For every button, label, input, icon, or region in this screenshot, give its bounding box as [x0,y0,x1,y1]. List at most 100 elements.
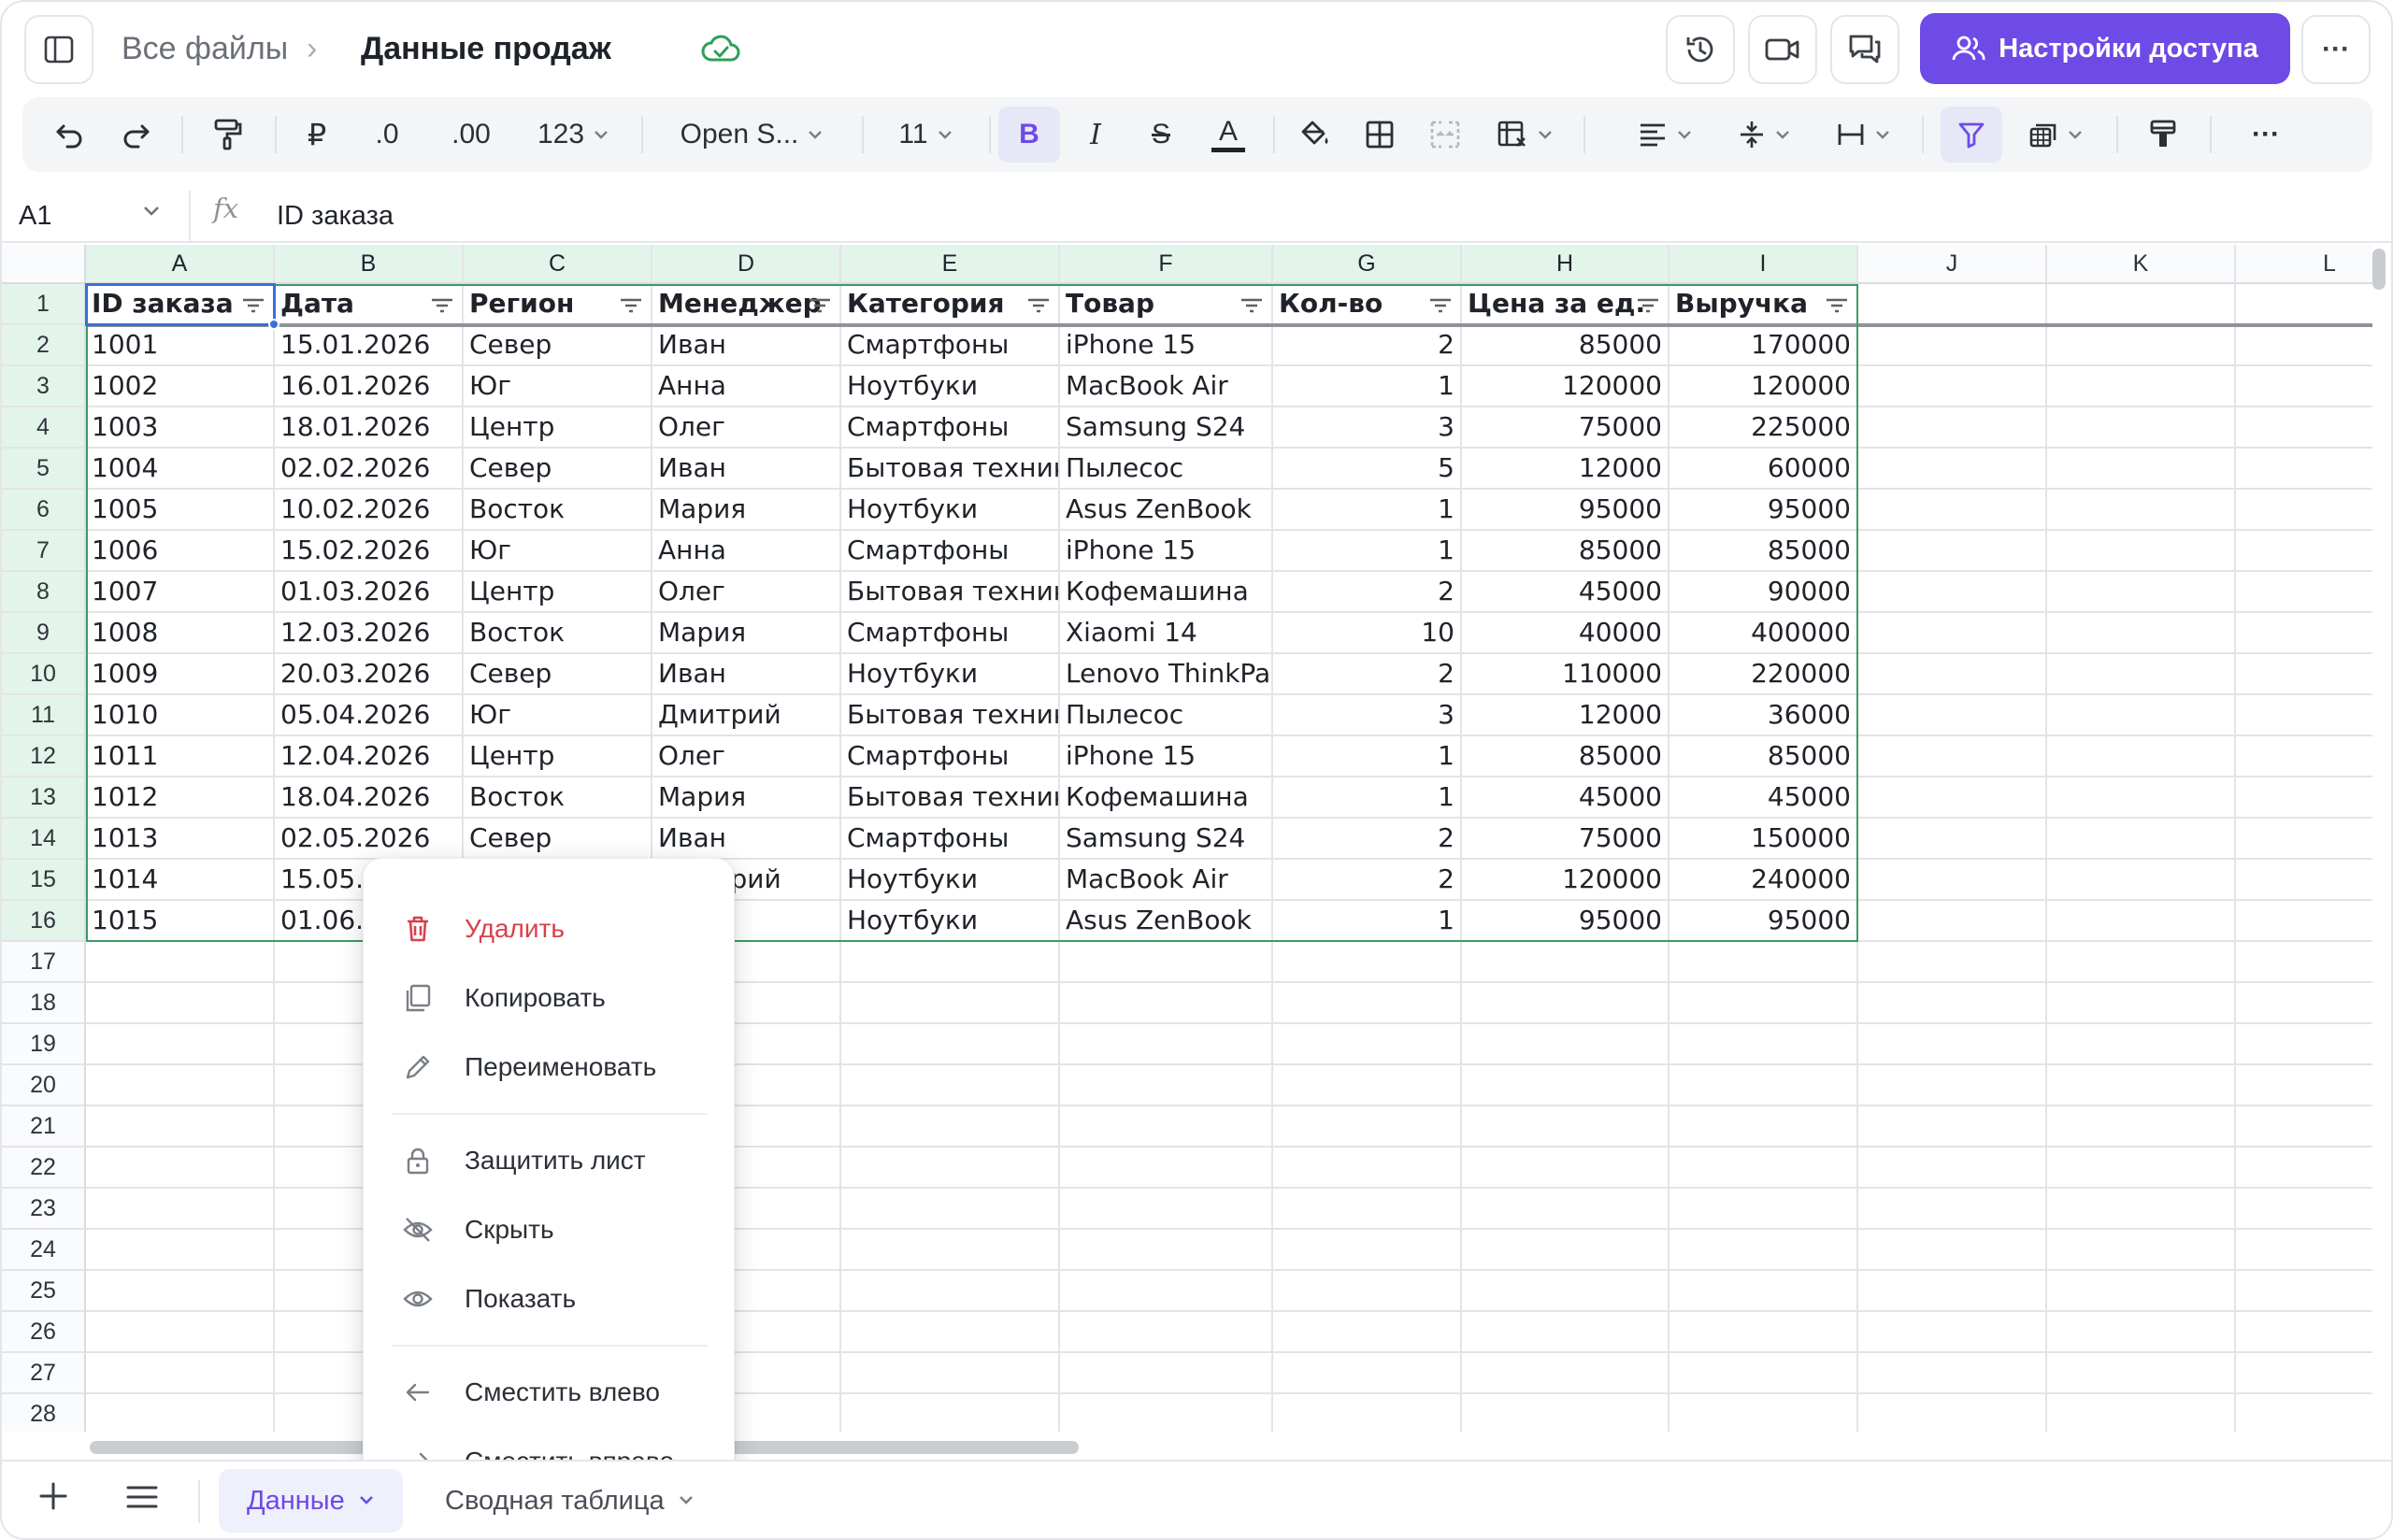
empty-cell[interactable] [2236,777,2372,819]
table-cell[interactable]: 1001 [86,325,275,366]
empty-cell[interactable] [2047,449,2236,490]
table-cell[interactable]: Анна [652,531,841,572]
table-cell[interactable]: 45000 [1669,777,1858,819]
text-color-button[interactable]: A [1202,107,1254,163]
table-cell[interactable]: Asus ZenBook [1060,490,1273,531]
empty-cell[interactable] [1858,1189,2047,1230]
table-cell[interactable]: Восток [464,777,652,819]
empty-cell[interactable] [2047,819,2236,860]
table-cell[interactable]: 120000 [1669,366,1858,407]
empty-cell[interactable] [2047,1230,2236,1271]
row-header[interactable]: 24 [2,1230,86,1271]
empty-cell[interactable] [841,1189,1060,1230]
table-cell[interactable]: 18.04.2026 [275,777,464,819]
empty-cell[interactable] [2236,819,2372,860]
column-filter-icon[interactable] [241,297,265,314]
table-cell[interactable]: 2 [1273,325,1462,366]
empty-cell[interactable] [1462,1024,1669,1065]
table-cell[interactable]: Ноутбуки [841,654,1060,695]
row-header[interactable]: 12 [2,736,86,777]
table-cell[interactable]: 120000 [1462,860,1669,901]
table-cell[interactable]: 170000 [1669,325,1858,366]
row-header[interactable]: 6 [2,490,86,531]
decrease-decimal-button[interactable]: .0 [359,107,415,163]
menu-item-rename[interactable]: Переименовать [364,1038,734,1096]
empty-cell[interactable] [2047,613,2236,654]
empty-cell[interactable] [1462,1230,1669,1271]
table-cell[interactable]: 02.05.2026 [275,819,464,860]
empty-cell[interactable] [2236,613,2372,654]
empty-cell[interactable] [86,1271,275,1312]
empty-cell[interactable] [1669,1065,1858,1106]
empty-cell[interactable] [1273,1353,1462,1394]
row-header[interactable]: 17 [2,942,86,983]
column-header[interactable]: J [1858,245,2047,284]
empty-cell[interactable] [1858,942,2047,983]
empty-cell[interactable] [2236,1230,2372,1271]
empty-cell[interactable] [2047,1394,2236,1432]
table-cell[interactable]: Смартфоны [841,407,1060,449]
column-header[interactable]: G [1273,245,1462,284]
table-cell[interactable]: Дмитрий [652,695,841,736]
table-cell[interactable]: Анна [652,366,841,407]
table-cell[interactable]: Ноутбуки [841,490,1060,531]
empty-cell[interactable] [1858,366,2047,407]
empty-cell[interactable] [1858,449,2047,490]
row-header[interactable]: 3 [2,366,86,407]
table-cell[interactable]: 1008 [86,613,275,654]
empty-cell[interactable] [841,1148,1060,1189]
column-filter-icon[interactable] [430,297,454,314]
empty-cell[interactable] [1273,1106,1462,1148]
empty-cell[interactable] [2236,1065,2372,1106]
table-cell[interactable]: Восток [464,490,652,531]
conditional-format-dropdown[interactable] [2013,107,2098,163]
empty-cell[interactable] [1858,1394,2047,1432]
currency-format-button[interactable]: ₽ [294,107,340,163]
table-header-cell[interactable]: Выручка [1669,284,1858,325]
table-cell[interactable]: 400000 [1669,613,1858,654]
empty-cell[interactable] [1858,1312,2047,1353]
empty-cell[interactable] [1858,284,2047,325]
empty-cell[interactable] [1858,901,2047,942]
empty-cell[interactable] [2236,366,2372,407]
empty-cell[interactable] [2047,1312,2236,1353]
table-header-cell[interactable]: Регион [464,284,652,325]
table-cell[interactable]: 90000 [1669,572,1858,613]
table-cell[interactable]: Кофемашина [1060,572,1273,613]
row-header[interactable]: 4 [2,407,86,449]
empty-cell[interactable] [841,1230,1060,1271]
breadcrumb-all-files[interactable]: Все файлы [122,26,288,71]
empty-cell[interactable] [2047,983,2236,1024]
table-cell[interactable]: 01.03.2026 [275,572,464,613]
table-cell[interactable]: 1010 [86,695,275,736]
column-header[interactable]: F [1060,245,1273,284]
empty-cell[interactable] [2047,366,2236,407]
table-cell[interactable]: iPhone 15 [1060,531,1273,572]
table-cell[interactable]: 240000 [1669,860,1858,901]
strikethrough-button[interactable]: S [1135,107,1187,163]
table-cell[interactable]: 15.01.2026 [275,325,464,366]
merge-cells-button[interactable] [1419,107,1471,163]
table-cell[interactable]: MacBook Air [1060,366,1273,407]
empty-cell[interactable] [2047,1106,2236,1148]
table-cell[interactable]: 2 [1273,860,1462,901]
row-header[interactable]: 18 [2,983,86,1024]
filter-button[interactable] [1941,107,2002,163]
empty-cell[interactable] [2236,1189,2372,1230]
row-header[interactable]: 2 [2,325,86,366]
empty-cell[interactable] [2047,407,2236,449]
empty-cell[interactable] [2236,1148,2372,1189]
empty-cell[interactable] [1060,942,1273,983]
table-cell[interactable]: Lenovo ThinkPad [1060,654,1273,695]
table-cell[interactable]: 5 [1273,449,1462,490]
document-title[interactable]: Данные продаж [361,26,611,71]
video-call-button[interactable] [1748,15,1817,84]
table-cell[interactable]: 20.03.2026 [275,654,464,695]
empty-cell[interactable] [86,1148,275,1189]
column-filter-icon[interactable] [1428,297,1453,314]
empty-cell[interactable] [1060,1024,1273,1065]
comments-button[interactable] [1830,15,1899,84]
empty-cell[interactable] [86,1065,275,1106]
table-cell[interactable]: Пылесос [1060,695,1273,736]
table-cell[interactable]: Смартфоны [841,531,1060,572]
